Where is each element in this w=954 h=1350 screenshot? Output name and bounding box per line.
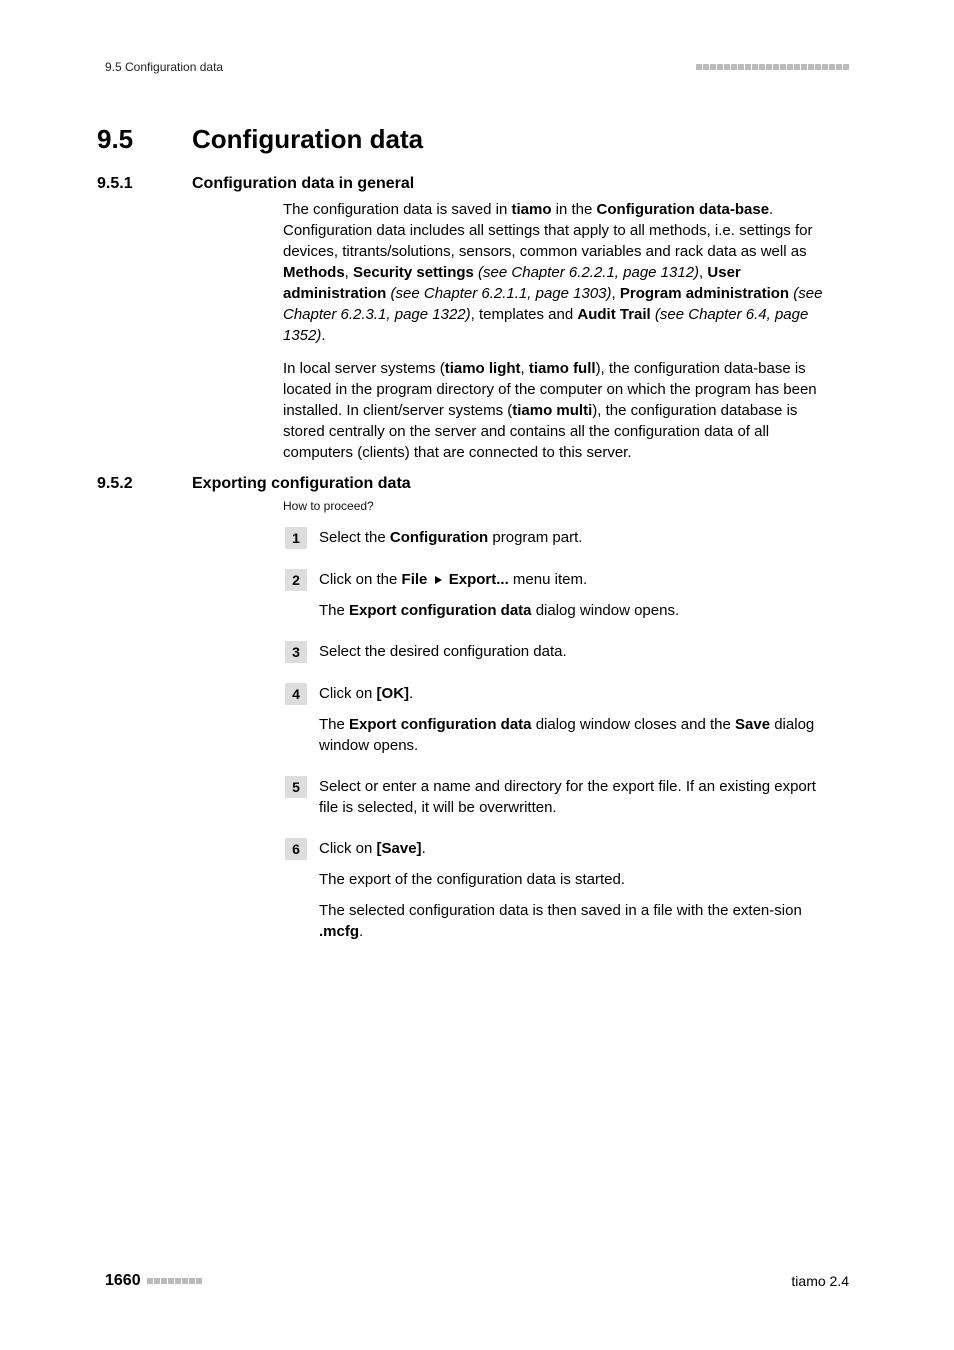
footer-decor-squares: [147, 1278, 202, 1284]
step-body: Click on [OK]. The Export configuration …: [319, 683, 824, 756]
header-decor-squares: [696, 64, 849, 70]
section-title: Configuration data: [192, 124, 423, 155]
step-number-badge: 6: [285, 838, 307, 860]
step-number-badge: 1: [285, 527, 307, 549]
step-number-badge: 5: [285, 776, 307, 798]
step-number-badge: 4: [285, 683, 307, 705]
step-body: Click on the File Export... menu item. T…: [319, 569, 824, 621]
paragraph: The configuration data is saved in tiamo…: [283, 199, 824, 346]
step-body: Click on [Save]. The export of the confi…: [319, 838, 824, 942]
subsection-number: 9.5.1: [97, 175, 192, 193]
how-to-proceed-label: How to proceed?: [283, 499, 849, 513]
menu-arrow-icon: [435, 576, 442, 584]
step-body: Select the Configuration program part.: [319, 527, 824, 548]
subsection-title: Configuration data in general: [192, 175, 414, 193]
subsection-number: 9.5.2: [97, 475, 192, 493]
step-number-badge: 3: [285, 641, 307, 663]
step-body: Select or enter a name and directory for…: [319, 776, 824, 818]
footer-product-version: tiamo 2.4: [791, 1273, 849, 1289]
paragraph: In local server systems (tiamo light, ti…: [283, 358, 824, 463]
page-number: 1660: [105, 1272, 141, 1290]
section-number: 9.5: [97, 124, 192, 155]
step-body: Select the desired configuration data.: [319, 641, 824, 662]
header-section-path: 9.5 Configuration data: [105, 60, 223, 74]
step-number-badge: 2: [285, 569, 307, 591]
subsection-title: Exporting configuration data: [192, 475, 411, 493]
